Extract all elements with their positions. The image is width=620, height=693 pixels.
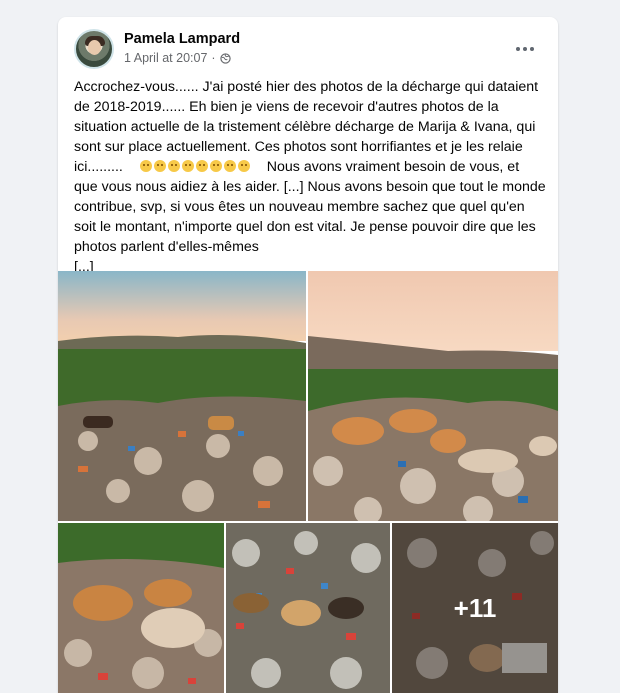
landfill-dogs-photo-image [308, 271, 558, 521]
photo-3[interactable] [58, 523, 224, 693]
post-header: Pamela Lampard 1 April at 20:07 · [74, 29, 546, 69]
sad-face-emoji-icon [139, 160, 152, 172]
sad-face-emoji-icon [181, 160, 194, 172]
photo-2[interactable] [308, 271, 558, 521]
more-dot [530, 47, 534, 51]
author-name[interactable]: Pamela Lampard [124, 31, 240, 47]
photo-5[interactable]: +11 [392, 523, 558, 693]
sad-face-emoji-icon [167, 160, 180, 172]
photo-grid: +11 [58, 271, 558, 693]
more-options-button[interactable] [510, 39, 540, 59]
post-meta: 1 April at 20:07 · [124, 51, 231, 65]
sad-face-emoji-icon [153, 160, 166, 172]
globe-icon[interactable] [219, 52, 231, 64]
meta-separator: · [211, 51, 216, 65]
photo-1[interactable] [58, 271, 306, 521]
sad-face-emoji-icon [195, 160, 208, 172]
post-timestamp[interactable]: 1 April at 20:07 [124, 51, 207, 65]
author-avatar[interactable] [74, 29, 114, 69]
sad-face-emoji-icon [209, 160, 222, 172]
dogs-photo-image [58, 523, 224, 693]
landfill-photo-image [58, 271, 306, 521]
photo-4[interactable] [226, 523, 390, 693]
more-photos-overlay[interactable]: +11 [392, 523, 558, 693]
more-options-icon [516, 47, 520, 51]
dogs-eating-photo-image [226, 523, 390, 693]
more-dot [523, 47, 527, 51]
sad-face-emoji-icon [237, 160, 250, 172]
post-card: Pamela Lampard 1 April at 20:07 · Accroc… [58, 17, 558, 693]
sad-face-emoji-icon [223, 160, 236, 172]
post-text: Accrochez-vous...... J'ai posté hier des… [74, 77, 546, 277]
avatar-face [88, 40, 101, 55]
sad-emoji-group [139, 159, 255, 175]
